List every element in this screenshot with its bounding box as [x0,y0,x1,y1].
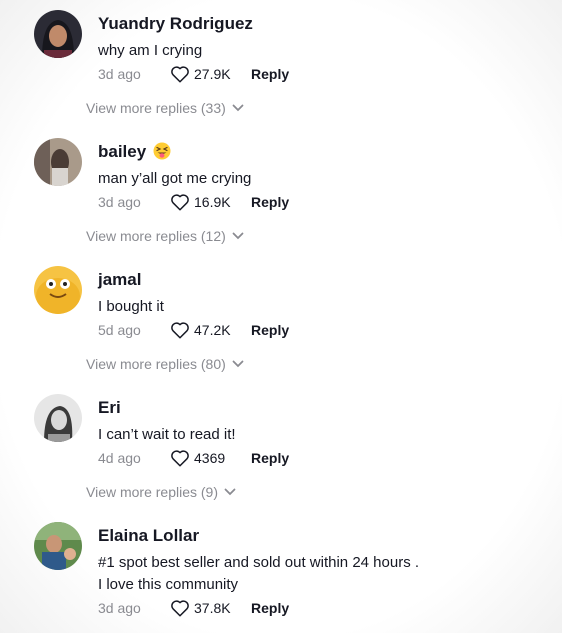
reply-button[interactable]: Reply [251,450,289,466]
like-count: 27.9K [194,66,231,82]
chevron-down-icon [232,360,244,368]
chevron-down-icon [224,488,236,496]
comment-date: 4d ago [98,450,141,466]
view-more-replies-button[interactable]: View more replies (9) [86,484,236,500]
comment-date: 3d ago [98,600,141,616]
comment-text: I can’t wait to read it! [98,426,236,443]
view-more-replies-label: View more replies (33) [86,100,226,116]
avatar[interactable] [34,138,82,186]
comment-text-line: #1 spot best seller and sold out within … [98,554,420,571]
view-more-replies-button[interactable]: View more replies (12) [86,228,244,244]
avatar[interactable] [34,394,82,442]
comment-actions: 5d ago 47.2K Reply [98,320,289,340]
like-count: 37.8K [194,600,231,616]
squinting-tongue-face-icon [153,142,171,165]
comment-username[interactable]: bailey [98,142,171,165]
chevron-down-icon [232,232,244,240]
username-text: bailey [98,142,147,161]
like-count: 4369 [194,450,226,466]
heart-outline-icon [171,600,189,617]
like-count: 47.2K [194,322,231,338]
comment-actions: 4d ago 4369 Reply [98,448,289,468]
reply-button[interactable]: Reply [251,322,289,338]
view-more-replies-label: View more replies (12) [86,228,226,244]
comment-username[interactable]: Eri [98,398,121,418]
comment-date: 5d ago [98,322,141,338]
comment-text: man y’all got me crying [98,170,252,187]
reply-button[interactable]: Reply [251,600,289,616]
avatar[interactable] [34,10,82,58]
like-button[interactable]: 27.9K [170,65,251,83]
comment-text: I bought it [98,298,164,315]
view-more-replies-button[interactable]: View more replies (80) [86,356,244,372]
comment-date: 3d ago [98,66,141,82]
like-count: 16.9K [194,194,231,210]
comment-username[interactable]: Yuandry Rodriguez [98,14,253,34]
heart-outline-icon [171,194,189,211]
avatar[interactable] [34,522,82,570]
like-button[interactable]: 47.2K [170,321,251,339]
heart-outline-icon [171,322,189,339]
comment-username[interactable]: Elaina Lollar [98,526,199,546]
chevron-down-icon [232,104,244,112]
like-button[interactable]: 37.8K [170,599,251,617]
view-more-replies-button[interactable]: View more replies (33) [86,100,244,116]
comment-username[interactable]: jamal [98,270,141,290]
reply-button[interactable]: Reply [251,194,289,210]
heart-outline-icon [171,450,189,467]
view-more-replies-label: View more replies (80) [86,356,226,372]
comment-text: #1 spot best seller and sold out within … [98,552,419,596]
comment-actions: 3d ago 27.9K Reply [98,64,289,84]
reply-button[interactable]: Reply [251,66,289,82]
comment-actions: 3d ago 16.9K Reply [98,192,289,212]
comment-list: Yuandry Rodriguez why am I crying 3d ago… [0,0,562,633]
view-more-replies-label: View more replies (9) [86,484,219,500]
comment-text-line: I love this community [98,576,239,593]
like-button[interactable]: 4369 [170,449,251,467]
comment-actions: 3d ago 37.8K Reply [98,598,289,618]
avatar[interactable] [34,266,82,314]
heart-outline-icon [171,66,189,83]
comment-text: why am I crying [98,42,203,59]
like-button[interactable]: 16.9K [170,193,251,211]
comment-date: 3d ago [98,194,141,210]
